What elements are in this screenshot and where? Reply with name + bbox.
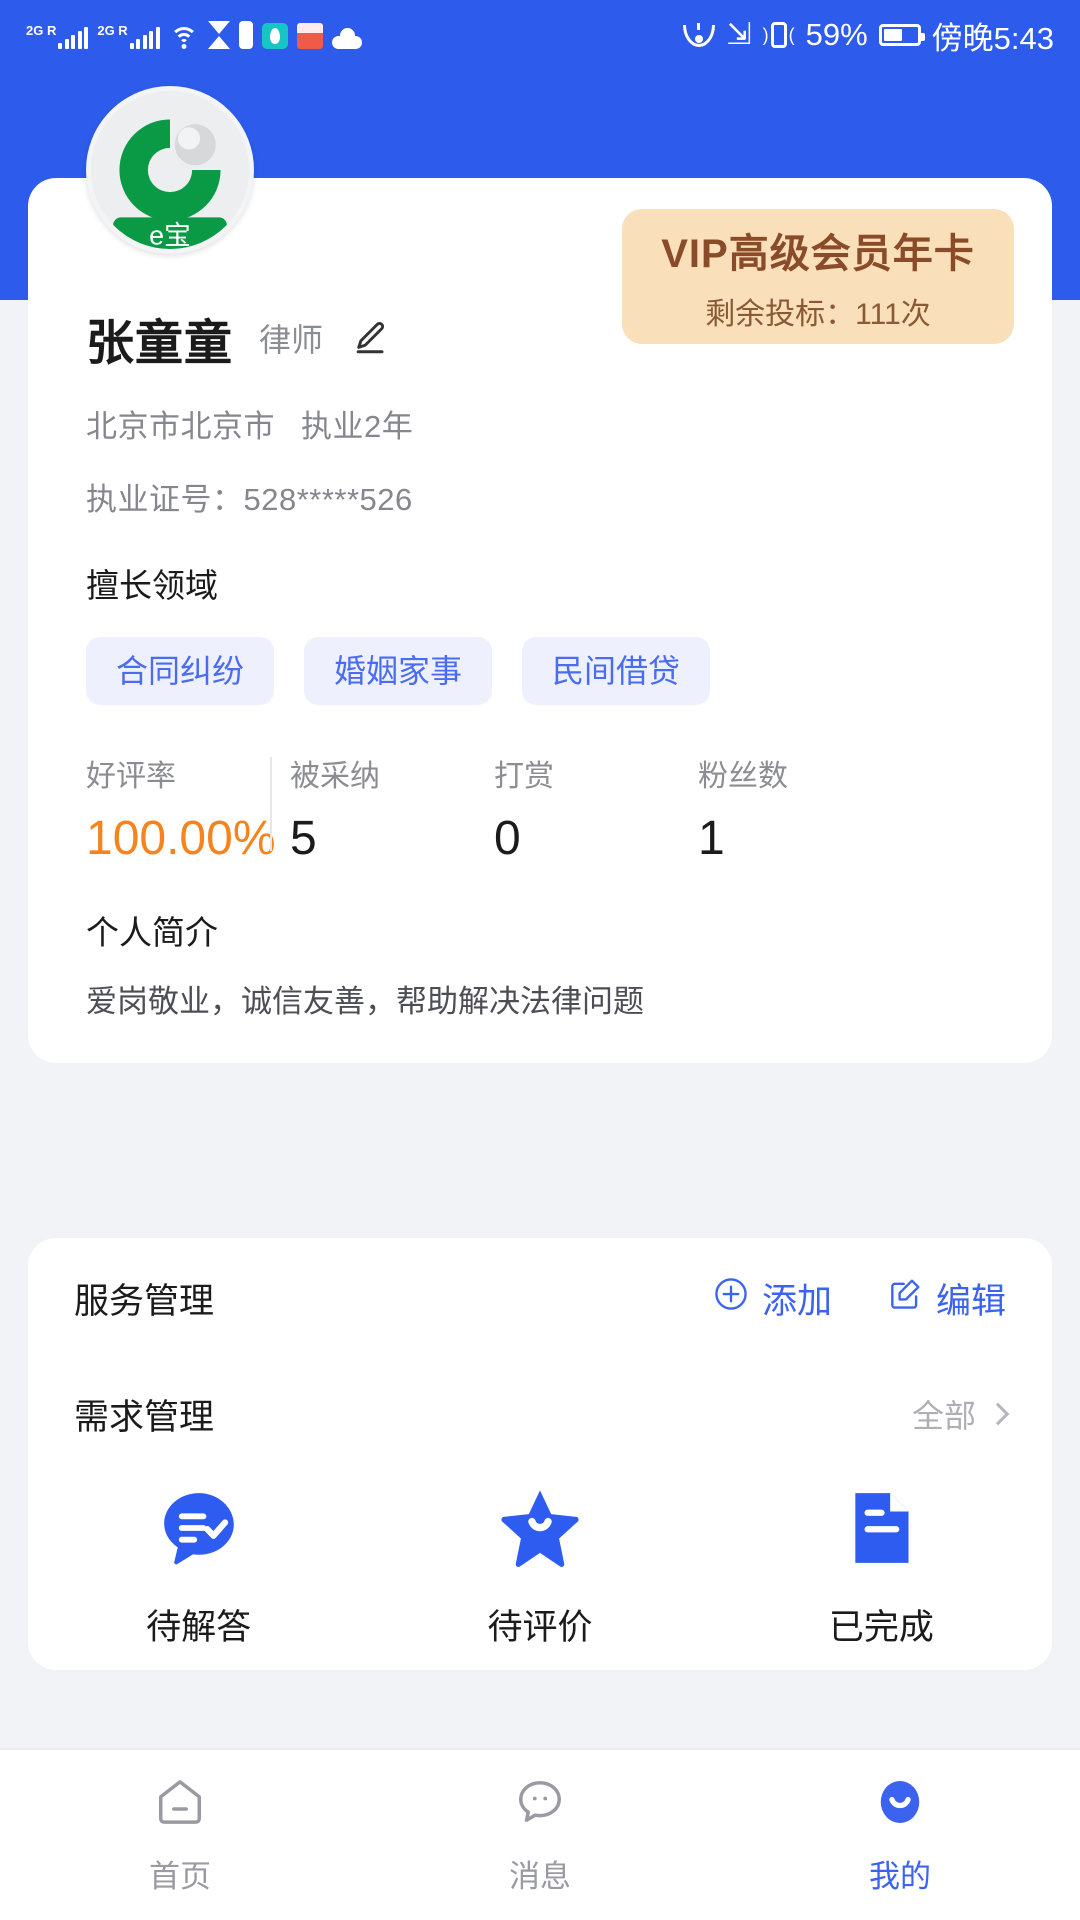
signal-1-label: 2G R — [26, 23, 57, 38]
demand-manage-title: 需求管理 — [74, 1397, 215, 1437]
stat-value: 0 — [494, 812, 521, 865]
tab-home-label: 首页 — [149, 1859, 211, 1894]
signal-1-icon: 2G R — [26, 23, 89, 49]
document-done-icon — [837, 1484, 925, 1577]
expertise-tag[interactable]: 婚姻家事 — [304, 637, 493, 705]
cloud-icon — [331, 28, 362, 49]
license-line: 执业证号：528*****526 — [28, 446, 1052, 519]
bluetooth-icon: ⇲ — [726, 18, 752, 51]
demand-status-label: 已完成 — [828, 1608, 934, 1647]
demand-manage-row: 需求管理 全部 — [28, 1358, 1052, 1470]
vip-title: VIP高级会员年卡 — [661, 231, 975, 276]
status-bar: 2G R 2G R ⇲ )( 59% 傍晚5:43 — [0, 0, 1080, 70]
lawyer-name: 张童童 — [86, 317, 234, 370]
pencil-icon[interactable] — [349, 316, 393, 360]
green-app-icon — [261, 23, 288, 49]
license-label: 执业证号： — [86, 482, 244, 517]
service-manage-title: 服务管理 — [74, 1281, 215, 1321]
lawyer-role: 律师 — [259, 322, 324, 358]
service-manage-actions: 添加 编辑 — [712, 1273, 1006, 1324]
profile-card: e宝 VIP高级会员年卡 剩余投标：111次 张童童 律师 北京市北京市 执业2年… — [28, 86, 1052, 1063]
vip-subtitle: 剩余投标：111次 — [705, 297, 931, 331]
stat-item[interactable]: 好评率 100.00% — [86, 751, 290, 866]
vibrate-icon: )( — [763, 22, 795, 48]
avatar-logo-icon: e宝 — [91, 91, 249, 249]
vip-card[interactable]: VIP高级会员年卡 剩余投标：111次 — [622, 209, 1014, 344]
view-all-label: 全部 — [911, 1398, 976, 1434]
tab-home[interactable]: 首页 — [0, 1750, 360, 1920]
capsule-icon — [238, 21, 253, 49]
edit-square-icon — [886, 1275, 924, 1322]
location-experience-line: 北京市北京市 执业2年 — [28, 373, 1052, 446]
demand-status-completed[interactable]: 已完成 — [711, 1484, 1052, 1650]
demand-status-grid: 待解答 待评价 已完成 — [28, 1470, 1052, 1650]
chat-check-icon — [155, 1484, 243, 1577]
home-icon — [152, 1774, 208, 1835]
stat-value: 1 — [698, 812, 725, 865]
expertise-tag[interactable]: 民间借贷 — [522, 637, 711, 705]
expertise-tag[interactable]: 合同纠纷 — [86, 637, 275, 705]
demand-status-pending-review[interactable]: 待评价 — [369, 1484, 710, 1650]
management-card: 服务管理 添加 编辑 需求管理 全部 待解答 待评价 已完成 — [28, 1238, 1052, 1670]
stat-item[interactable]: 粉丝数 1 — [698, 751, 902, 866]
signal-2-icon: 2G R — [97, 23, 160, 49]
expertise-title: 擅长领域 — [86, 567, 218, 604]
message-icon — [512, 1774, 568, 1835]
location-text: 北京市北京市 — [86, 409, 275, 444]
clock: 傍晚5:43 — [931, 20, 1054, 56]
wifi-icon — [169, 25, 199, 49]
bio-text: 爱岗敬业，诚信友善，帮助解决法律问题 — [86, 984, 644, 1019]
stat-item[interactable]: 打赏 0 — [494, 751, 698, 866]
avatar[interactable]: e宝 — [86, 86, 254, 254]
battery-percent: 59% — [805, 17, 868, 52]
service-manage-row: 服务管理 添加 编辑 — [28, 1238, 1052, 1358]
stat-label: 打赏 — [494, 760, 554, 793]
stat-label: 被采纳 — [290, 760, 380, 793]
chevron-right-icon — [986, 1402, 1010, 1426]
experience-text: 执业2年 — [301, 409, 414, 444]
status-bar-right: ⇲ )( 59% 傍晚5:43 — [683, 13, 1054, 58]
tab-messages[interactable]: 消息 — [360, 1750, 720, 1920]
hourglass-icon — [207, 21, 230, 49]
star-smile-icon — [496, 1484, 584, 1577]
add-service-button[interactable]: 添加 — [712, 1273, 832, 1324]
view-all-button[interactable]: 全部 — [911, 1391, 1010, 1437]
tab-messages-label: 消息 — [509, 1859, 571, 1894]
demand-status-label: 待评价 — [487, 1608, 593, 1647]
stat-value: 100.00% — [86, 812, 276, 865]
tab-profile[interactable]: 我的 — [720, 1750, 1080, 1920]
plus-circle-icon — [712, 1275, 750, 1322]
demand-status-pending-answer[interactable]: 待解答 — [28, 1484, 369, 1650]
status-bar-left: 2G R 2G R — [26, 21, 362, 49]
edit-service-label: 编辑 — [935, 1281, 1006, 1321]
stats-row: 好评率 100.00% 被采纳 5 打赏 0 粉丝数 1 — [28, 705, 1052, 866]
battery-icon — [878, 24, 925, 46]
edit-service-button[interactable]: 编辑 — [886, 1273, 1006, 1324]
eye-protect-icon — [683, 23, 716, 47]
stat-item[interactable]: 被采纳 5 — [290, 751, 494, 866]
bio-title: 个人简介 — [86, 914, 218, 951]
stat-value: 5 — [290, 812, 317, 865]
tab-profile-label: 我的 — [869, 1859, 931, 1894]
demand-status-label: 待解答 — [146, 1608, 252, 1647]
stat-label: 粉丝数 — [698, 760, 788, 793]
bottom-tab-bar: 首页 消息 我的 — [0, 1748, 1080, 1920]
svg-text:e宝: e宝 — [149, 220, 191, 249]
profile-smile-icon — [872, 1774, 928, 1835]
license-number: 528*****526 — [243, 482, 413, 517]
red-box-icon — [296, 23, 323, 49]
expertise-tag-list: 合同纠纷 婚姻家事 民间借贷 — [28, 607, 1052, 705]
app-root: 2G R 2G R ⇲ )( 59% 傍晚5:43 e宝 VIP高级会员年卡 剩… — [0, 0, 1080, 1920]
stat-label: 好评率 — [86, 760, 176, 793]
add-service-label: 添加 — [761, 1281, 832, 1321]
signal-2-label: 2G R — [97, 23, 128, 38]
